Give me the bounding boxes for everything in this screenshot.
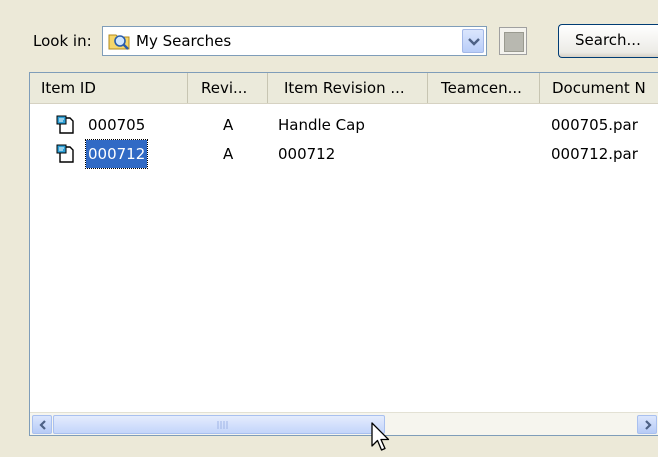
chevron-down-icon xyxy=(468,38,480,46)
cell-revision: A xyxy=(223,145,234,163)
column-header-item-id[interactable]: Item ID xyxy=(30,73,188,103)
look-in-label: Look in: xyxy=(33,32,92,50)
cell-document-name: 000705.par xyxy=(551,116,638,134)
arrow-left-icon xyxy=(39,420,46,430)
horizontal-scrollbar[interactable] xyxy=(30,412,658,435)
column-header-teamcenter[interactable]: Teamcen... xyxy=(428,73,540,103)
cell-document-name: 000712.par xyxy=(551,145,638,163)
search-folder-icon xyxy=(108,34,130,50)
scroll-right-button[interactable] xyxy=(637,415,657,434)
table-row[interactable]: 000705 A Handle Cap 000705.par xyxy=(30,111,658,139)
cell-item-id: 000705 xyxy=(88,116,146,134)
view-options-button[interactable] xyxy=(499,27,527,55)
look-in-combo[interactable]: My Searches xyxy=(102,26,487,56)
cell-item-revision-name: 000712 xyxy=(278,145,336,163)
column-header-document-name[interactable]: Document N xyxy=(540,73,658,103)
grip-icon xyxy=(217,421,228,429)
cell-revision: A xyxy=(223,116,234,134)
results-list: Item ID Revi... Item Revision ... Teamce… xyxy=(29,72,658,436)
scroll-left-button[interactable] xyxy=(32,415,52,434)
item-document-icon xyxy=(56,115,74,134)
cell-item-revision-name: Handle Cap xyxy=(278,116,365,134)
search-button[interactable]: Search... xyxy=(558,24,658,58)
scroll-thumb[interactable] xyxy=(53,415,385,434)
look-in-dropdown-button[interactable] xyxy=(462,29,484,53)
item-document-icon xyxy=(56,144,74,163)
column-header-item-revision-name[interactable]: Item Revision ... xyxy=(268,73,428,103)
view-options-icon xyxy=(504,32,524,52)
arrow-right-icon xyxy=(645,420,652,430)
table-row[interactable]: 000712 A 000712 000712.par xyxy=(30,139,658,169)
mouse-pointer-icon xyxy=(371,422,390,451)
toolbar: Look in: My Searches Search... xyxy=(0,0,658,70)
cell-item-id: 000712 xyxy=(84,139,149,169)
look-in-value: My Searches xyxy=(136,32,232,50)
list-header: Item ID Revi... Item Revision ... Teamce… xyxy=(30,73,658,104)
column-header-revision[interactable]: Revi... xyxy=(188,73,268,103)
